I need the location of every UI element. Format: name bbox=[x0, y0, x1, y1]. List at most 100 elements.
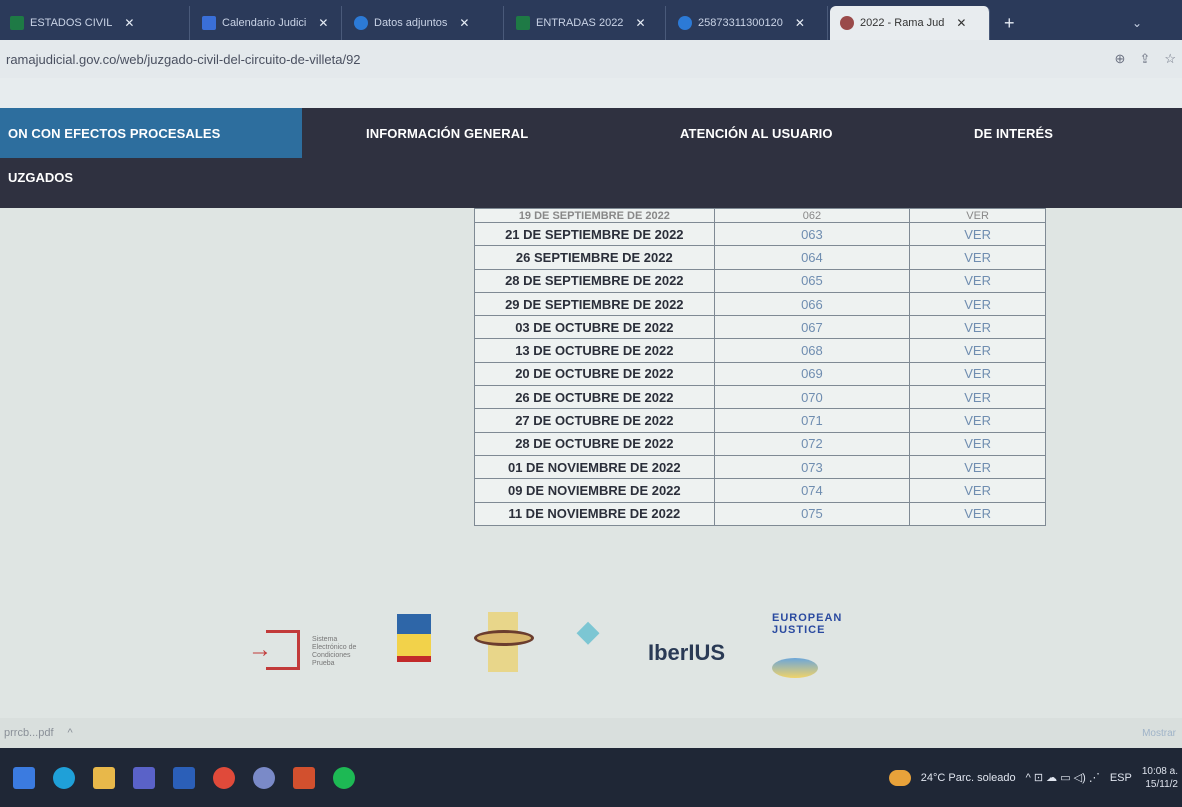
file-explorer-icon[interactable] bbox=[93, 766, 115, 789]
zoom-icon[interactable]: ⊕ bbox=[1115, 51, 1126, 67]
close-icon[interactable]: ✕ bbox=[124, 16, 134, 30]
table-row: 28 DE SEPTIEMBRE DE 2022 065 VER bbox=[474, 268, 1046, 293]
sistema-electronico-logo[interactable] bbox=[266, 630, 300, 670]
fecha-cell: 03 DE OCTUBRE DE 2022 bbox=[474, 315, 715, 340]
address-bar-icons: ⊕ ⇪ ☆ bbox=[1115, 51, 1176, 67]
rama-judicial-logo[interactable] bbox=[397, 614, 431, 662]
ver-link[interactable]: VER bbox=[909, 454, 1046, 480]
nav-item-efectos-procesales[interactable]: ON CON EFECTOS PROCESALES bbox=[0, 108, 302, 158]
table-row: 28 DE OCTUBRE DE 2022 072 VER bbox=[474, 431, 1046, 456]
table-body: 21 DE SEPTIEMBRE DE 2022 063 VER 26 SEPTIEM… bbox=[474, 221, 1046, 526]
chevron-down-icon[interactable]: ⌄ bbox=[1132, 6, 1142, 40]
cumbre-judicial-logo[interactable]: ◆ bbox=[558, 614, 618, 674]
clock[interactable]: 10:08 a. 15/11/2 bbox=[1142, 765, 1178, 791]
tab-rama-judicial[interactable]: 2022 - Rama Jud ✕ bbox=[830, 6, 990, 40]
ver-link[interactable]: VER bbox=[909, 338, 1046, 363]
table-row: 09 DE NOVIEMBRE DE 2022 074 VER bbox=[474, 478, 1046, 503]
ver-link[interactable]: VER bbox=[909, 431, 1046, 456]
chrome-icon[interactable] bbox=[213, 766, 235, 789]
powerpoint-icon[interactable] bbox=[293, 766, 315, 789]
nav-item-informacion-general[interactable]: INFORMACIÓN GENERAL bbox=[366, 108, 528, 158]
ver-link[interactable]: VER bbox=[909, 501, 1046, 526]
iberius-logo[interactable]: IberIUS bbox=[648, 640, 725, 666]
clock-date: 15/11/2 bbox=[1145, 778, 1178, 790]
downloads-bar: prrcb...pdf ^ Mostrar bbox=[0, 718, 1182, 748]
numero-cell: 062 bbox=[713, 208, 911, 223]
european-justice-logo[interactable]: EUROPEAN JUSTICE bbox=[772, 612, 882, 682]
footer-logos: → Sistema Electrónico de Condiciones Pru… bbox=[0, 600, 1182, 690]
numero-cell: 068 bbox=[713, 338, 911, 363]
windows-taskbar: 24°C Parc. soleado ^ ⊡ ☁ ▭ ◁) ⋰ ESP 10:0… bbox=[0, 748, 1182, 807]
system-tray: 24°C Parc. soleado ^ ⊡ ☁ ▭ ◁) ⋰ ESP 10:0… bbox=[888, 765, 1182, 791]
fecha-cell: 28 DE SEPTIEMBRE DE 2022 bbox=[474, 268, 715, 293]
share-icon[interactable]: ⇪ bbox=[1139, 51, 1150, 67]
weather-icon[interactable] bbox=[888, 769, 911, 786]
ver-link[interactable]: VER bbox=[909, 408, 1046, 433]
app-icon[interactable] bbox=[253, 766, 275, 789]
numero-cell: 063 bbox=[713, 221, 911, 247]
show-all-downloads-link[interactable]: Mostrar bbox=[1142, 728, 1176, 739]
onedrive-icon bbox=[354, 16, 368, 30]
chevron-up-icon[interactable]: ^ bbox=[68, 727, 73, 739]
close-icon[interactable]: ✕ bbox=[795, 16, 805, 30]
url-field[interactable]: ramajudicial.gov.co/web/juzgado-civil-de… bbox=[6, 52, 361, 67]
ver-link[interactable]: VER bbox=[909, 268, 1046, 293]
ver-link[interactable]: VER bbox=[909, 245, 1046, 270]
ver-link[interactable]: VER bbox=[909, 361, 1046, 387]
numero-cell: 065 bbox=[713, 268, 911, 293]
close-icon[interactable]: ✕ bbox=[459, 16, 469, 30]
edge-icon[interactable] bbox=[53, 766, 75, 789]
tray-icons[interactable]: ^ ⊡ ☁ ▭ ◁) ⋰ bbox=[1026, 771, 1100, 784]
table-row: 26 DE OCTUBRE DE 2022 070 VER bbox=[474, 385, 1046, 410]
nav-item-atencion-usuario[interactable]: ATENCIÓN AL USUARIO bbox=[680, 108, 833, 158]
tab-estados-civil[interactable]: ESTADOS CIVIL ✕ bbox=[0, 6, 190, 40]
close-icon[interactable]: ✕ bbox=[635, 16, 645, 30]
tab-entradas[interactable]: ENTRADAS 2022 ✕ bbox=[506, 6, 666, 40]
table-row: 27 DE OCTUBRE DE 2022 071 VER bbox=[474, 408, 1046, 433]
tab-datos-adjuntos[interactable]: Datos adjuntos ✕ bbox=[344, 6, 504, 40]
tab-label: Datos adjuntos bbox=[374, 17, 448, 29]
browser-tab-strip: ESTADOS CIVIL ✕ Calendario Judici ✕ Dato… bbox=[0, 0, 1182, 40]
star-icon[interactable]: ☆ bbox=[1164, 51, 1176, 67]
tab-label: ESTADOS CIVIL bbox=[30, 17, 113, 29]
ver-link[interactable]: VER bbox=[909, 291, 1046, 317]
fecha-cell: 19 DE SEPTIEMBRE DE 2022 bbox=[474, 208, 715, 223]
table-row: 13 DE OCTUBRE DE 2022 068 VER bbox=[474, 338, 1046, 363]
bookmarks-bar bbox=[0, 78, 1182, 108]
language-indicator[interactable]: ESP bbox=[1110, 772, 1132, 784]
numero-cell: 073 bbox=[713, 454, 911, 480]
close-icon[interactable]: ✕ bbox=[318, 16, 328, 30]
eye-icon bbox=[474, 630, 534, 646]
new-tab-button[interactable]: + bbox=[992, 6, 1027, 40]
ver-link[interactable]: VER bbox=[909, 478, 1046, 503]
nav-item-juzgados[interactable]: UZGADOS bbox=[8, 170, 73, 185]
close-icon[interactable]: ✕ bbox=[956, 16, 966, 30]
tab-label: 2022 - Rama Jud bbox=[860, 17, 945, 29]
teams-icon[interactable] bbox=[133, 766, 155, 789]
nav-item-de-interes[interactable]: DE INTERÉS bbox=[974, 108, 1053, 158]
comision-judicial-logo[interactable] bbox=[474, 612, 534, 682]
fecha-cell: 21 DE SEPTIEMBRE DE 2022 bbox=[474, 221, 715, 247]
table-row: 21 DE SEPTIEMBRE DE 2022 063 VER bbox=[474, 221, 1046, 247]
windows-start-icon[interactable] bbox=[13, 766, 35, 789]
nav-row: ON CON EFECTOS PROCESALES INFORMACIÓN GE… bbox=[0, 108, 1182, 158]
estados-table: 19 DE SEPTIEMBRE DE 2022 062 VER 21 DE S… bbox=[474, 208, 1046, 526]
fecha-cell: 28 DE OCTUBRE DE 2022 bbox=[474, 431, 715, 456]
spotify-icon[interactable] bbox=[333, 766, 355, 789]
word-icon[interactable] bbox=[173, 766, 195, 789]
download-item[interactable]: prrcb...pdf bbox=[4, 727, 54, 739]
numero-cell: 074 bbox=[713, 478, 911, 503]
ver-link[interactable]: VER bbox=[909, 385, 1046, 410]
tab-onedrive-file[interactable]: 25873311300120 ✕ bbox=[668, 6, 828, 40]
numero-cell: 066 bbox=[713, 291, 911, 317]
ver-link[interactable]: VER bbox=[909, 315, 1046, 340]
site-navigation: ON CON EFECTOS PROCESALES INFORMACIÓN GE… bbox=[0, 108, 1182, 208]
docs-icon bbox=[202, 16, 216, 30]
ver-link[interactable]: VER bbox=[909, 221, 1046, 247]
numero-cell: 071 bbox=[713, 408, 911, 433]
table-row: 26 SEPTIEMBRE DE 2022 064 VER bbox=[474, 245, 1046, 270]
tab-calendario[interactable]: Calendario Judici ✕ bbox=[192, 6, 342, 40]
ver-link[interactable]: VER bbox=[909, 208, 1046, 223]
weather-text[interactable]: 24°C Parc. soleado bbox=[921, 772, 1016, 784]
tab-label: 25873311300120 bbox=[698, 17, 783, 29]
